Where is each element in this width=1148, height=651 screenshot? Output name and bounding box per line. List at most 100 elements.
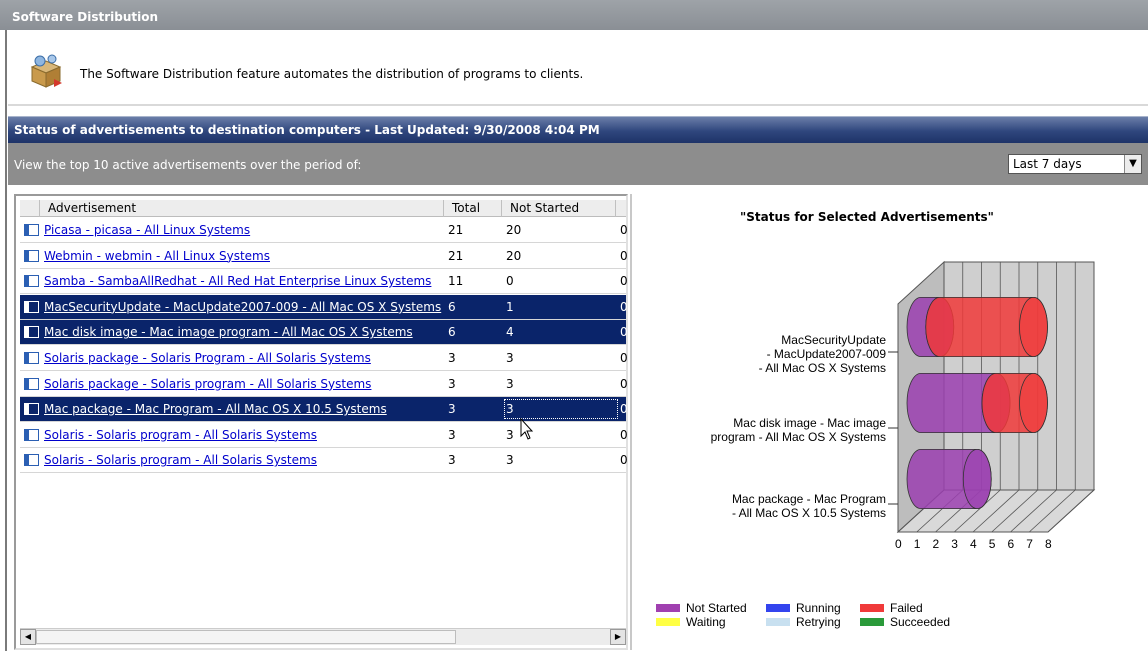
filter-bar: View the top 10 active advertisements ov… [8,143,1148,185]
x-tick-label: 1 [914,537,921,551]
advertisement-icon [24,224,39,236]
next-cell: 0 [620,402,628,417]
scroll-right-icon[interactable]: ▶ [610,629,626,645]
legend-label: Running [796,601,841,615]
not-started-cell: 3 [506,453,514,468]
not-started-cell: 20 [506,223,522,237]
total-cell: 3 [448,376,456,391]
table-row[interactable]: Solaris package - Solaris Program - All … [20,346,628,371]
advertisement-icon [24,275,39,288]
panel-divider [630,194,632,650]
header-icon-column [20,200,40,217]
advertisement-icon [24,403,39,416]
software-package-icon [30,54,62,88]
x-tick-label: 7 [1026,537,1033,551]
column-total[interactable]: Total [444,200,502,217]
advertisement-link[interactable]: Solaris - Solaris program - All Solaris … [44,453,317,467]
bar-segment-end [1019,296,1048,358]
total-cell: 3 [448,351,456,365]
total-cell: 3 [448,427,456,442]
advertisement-link[interactable]: Mac disk image - Mac image program - All… [44,325,413,339]
window-titlebar [0,0,1148,30]
advertisement-link[interactable]: MacSecurityUpdate - MacUpdate2007-009 - … [44,300,441,314]
status-chart: 0 1 2 3 4 5 6 7 8 MacSecurityUpdate- MacUpdate200… [711,260,1096,551]
mouse-cursor-icon [520,418,534,440]
legend-swatch [766,618,790,626]
advertisement-icon [24,326,39,339]
next-cell: 0 [620,299,628,314]
period-label: View the top 10 active advertisements ov… [14,158,362,172]
legend-swatch [656,618,680,626]
advertisement-icon [24,454,39,467]
scroll-left-icon[interactable]: ◀ [20,629,36,645]
category-label: - All Mac OS X Systems [759,361,886,375]
advertisement-link[interactable]: Webmin - webmin - All Linux Systems [44,249,270,263]
x-tick-label: 3 [951,537,958,551]
window-title: Software Distribution [12,10,159,24]
category-label: Mac disk image - Mac image [733,416,886,430]
section-header-text: Status of advertisements to destination … [14,123,600,137]
legend-label: Retrying [796,615,841,629]
x-tick-label: 2 [933,537,940,551]
legend-swatch [656,604,680,612]
not-started-cell: 3 [506,376,514,391]
advertisement-icon [24,428,39,441]
advertisement-link[interactable]: Solaris package - Solaris Program - All … [44,351,371,365]
total-cell: 3 [448,453,456,468]
advertisement-link[interactable]: Picasa - picasa - All Linux Systems [44,223,250,237]
advertisement-link[interactable]: Mac package - Mac Program - All Mac OS X… [44,402,387,416]
x-tick-label: 8 [1045,537,1052,551]
legend-label: Succeeded [890,615,951,629]
bar-segment-end [1019,372,1048,434]
total-cell: 21 [448,223,464,237]
total-cell: 11 [448,274,464,289]
section-header: Status of advertisements to destination … [8,116,1148,143]
x-tick-label: 0 [895,537,902,551]
table-row[interactable]: Webmin - webmin - All Linux Systems 21 20 0 [20,244,628,269]
table-row[interactable]: Solaris package - Solaris program - All … [20,372,628,397]
table-row[interactable]: Picasa - picasa - All Linux Systems 21 20 0 [20,218,628,243]
period-select-value: Last 7 days [1013,157,1082,171]
legend-label: Failed [890,601,923,615]
not-started-cell: 4 [506,325,514,340]
next-cell: 0 [620,351,628,365]
category-label: Mac package - Mac Program [732,492,886,506]
bar-segment-end [962,448,992,510]
category-label: - MacUpdate2007-009 [767,347,887,361]
table-row[interactable]: Mac disk image - Mac image program - All… [20,320,628,346]
advertisement-link[interactable]: Solaris package - Solaris program - All … [44,377,371,391]
not-started-cell: 3 [506,351,514,365]
advertisement-link[interactable]: Samba - SambaAllRedhat - All Red Hat Ent… [44,274,431,288]
grid-header: Advertisement Total Not Started [20,200,626,217]
advertisement-icon [24,249,39,262]
table-row[interactable]: Solaris - Solaris program - All Solaris … [20,448,628,474]
total-cell: 6 [448,299,456,314]
advertisement-link[interactable]: Solaris - Solaris program - All Solaris … [44,428,317,442]
not-started-cell: 0 [506,274,514,289]
not-started-cell: 1 [506,299,514,314]
total-cell: 3 [448,402,456,417]
column-not-started[interactable]: Not Started [502,200,616,217]
table-row[interactable]: Samba - SambaAllRedhat - All Red Hat Ent… [20,269,628,295]
advertisement-icon [24,377,39,390]
x-tick-label: 4 [970,537,977,551]
column-next[interactable] [616,200,626,217]
not-started-cell: 3 [506,427,514,442]
scroll-thumb[interactable] [36,630,456,644]
period-select[interactable]: Last 7 days ▼ [1008,154,1142,174]
advertisement-icon [24,300,39,313]
next-cell: 0 [620,453,628,468]
column-advertisement[interactable]: Advertisement [40,200,444,217]
category-label: MacSecurityUpdate [781,333,886,347]
advertisement-icon [24,352,39,364]
horizontal-scrollbar[interactable]: ◀ ▶ [20,628,626,645]
category-label: program - All Mac OS X Systems [711,430,886,444]
next-cell: 0 [620,223,628,237]
chevron-down-icon[interactable]: ▼ [1124,155,1141,173]
legend-label: Waiting [686,615,726,629]
legend-swatch [860,618,884,626]
category-label: - All Mac OS X 10.5 Systems [732,506,886,520]
table-row[interactable]: MacSecurityUpdate - MacUpdate2007-009 - … [20,294,628,320]
next-cell: 0 [620,248,628,263]
next-cell: 0 [620,274,628,289]
